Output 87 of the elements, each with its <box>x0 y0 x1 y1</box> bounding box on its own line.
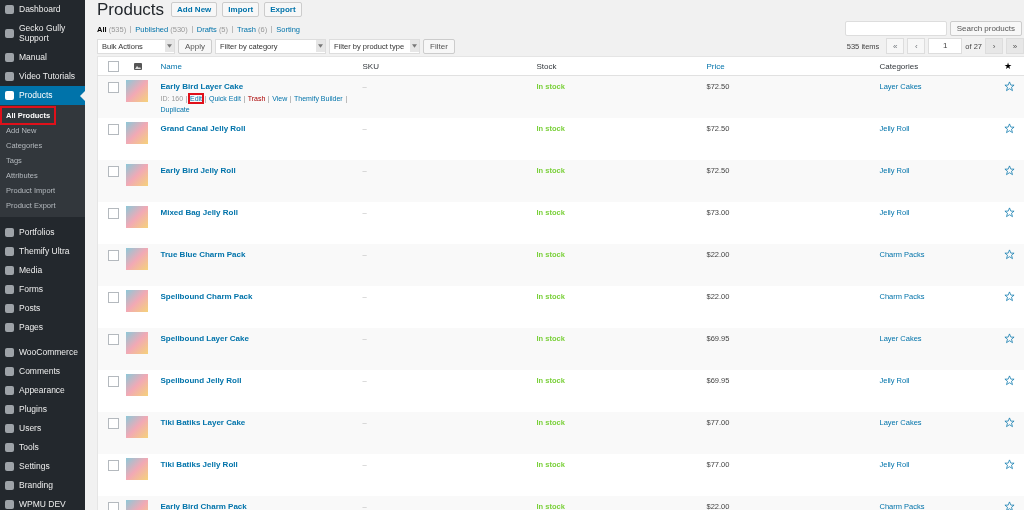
photo-placeholder <box>125 458 148 480</box>
row-checkbox[interactable] <box>108 208 119 219</box>
sidebar-item[interactable]: Users <box>0 419 85 438</box>
row-checkbox[interactable] <box>108 334 119 345</box>
sidebar-item[interactable]: Products <box>0 86 85 105</box>
product-name-link[interactable]: Mixed Bag Jelly Roll <box>160 208 357 217</box>
image-icon <box>133 62 142 70</box>
product-name-link[interactable]: Early Bird Layer Cake <box>160 82 357 91</box>
photo-placeholder <box>125 332 148 354</box>
star-icon[interactable] <box>1003 459 1015 470</box>
row-checkbox[interactable] <box>108 502 119 510</box>
photo-placeholder <box>125 290 148 312</box>
select-all-checkbox[interactable] <box>108 60 119 72</box>
product-name-link[interactable]: True Blue Charm Pack <box>160 250 357 259</box>
last-page-button[interactable]: » <box>1006 38 1024 54</box>
photo-placeholder <box>125 122 148 144</box>
photo-placeholder <box>125 206 148 228</box>
page-action-button[interactable]: Add New <box>171 2 218 17</box>
sidebar-item[interactable]: Plugins <box>0 400 85 419</box>
caret-icon <box>318 44 323 48</box>
row-checkbox[interactable] <box>108 418 119 429</box>
menu-icon <box>5 28 14 38</box>
featured-header: ★ <box>992 56 1024 76</box>
sidebar-item[interactable]: Media <box>0 261 85 280</box>
page-input[interactable]: 1 <box>928 38 963 54</box>
sidebar-item[interactable]: Forms <box>0 280 85 299</box>
search-button[interactable]: Search products <box>949 21 1022 36</box>
page-action-button[interactable]: Export <box>264 2 302 17</box>
search-field[interactable] <box>844 21 947 36</box>
sidebar-item[interactable]: Settings <box>0 457 85 476</box>
sidebar-item[interactable]: Appearance <box>0 381 85 400</box>
sidebar-item[interactable]: Portfolios <box>0 223 85 242</box>
row-checkbox[interactable] <box>108 376 119 387</box>
caret-icon <box>412 44 417 48</box>
sidebar-item[interactable]: Dashboard <box>0 0 85 19</box>
column-header[interactable]: Price <box>703 56 877 76</box>
star-icon[interactable] <box>1003 207 1015 218</box>
product-name-link[interactable]: Spellbound Jelly Roll <box>160 376 357 385</box>
star-icon[interactable] <box>1003 333 1015 344</box>
photo-placeholder <box>125 416 148 438</box>
product-name-link[interactable]: Tiki Batiks Jelly Roll <box>160 460 357 469</box>
photo-placeholder <box>125 164 148 186</box>
menu-icon <box>5 4 14 14</box>
next-page-button[interactable]: › <box>985 38 1003 54</box>
sidebar-item[interactable]: Manual <box>0 48 85 67</box>
product-name-link[interactable]: Spellbound Layer Cake <box>160 334 357 343</box>
star-icon[interactable] <box>1003 123 1015 134</box>
row-checkbox[interactable] <box>108 124 119 135</box>
column-header: SKU <box>359 56 534 76</box>
product-name-link[interactable]: Spellbound Charm Pack <box>160 292 357 301</box>
photo-placeholder <box>125 248 148 270</box>
sidebar-item[interactable]: Video Tutorials <box>0 67 85 86</box>
sidebar-item[interactable]: Pages <box>0 318 85 337</box>
star-icon[interactable] <box>1003 81 1015 92</box>
apply-button[interactable]: Apply <box>178 38 212 54</box>
caret-icon <box>167 44 172 48</box>
star-icon[interactable] <box>1003 291 1015 302</box>
sidebar-item[interactable]: WPMU DEV <box>0 495 85 510</box>
column-header[interactable]: Name <box>157 56 360 76</box>
star-icon[interactable] <box>1003 165 1015 176</box>
photo-placeholder <box>125 80 148 102</box>
row-checkbox[interactable] <box>108 82 119 93</box>
row-checkbox[interactable] <box>108 250 119 261</box>
row-checkbox[interactable] <box>108 292 119 303</box>
sidebar-item[interactable]: Posts <box>0 299 85 318</box>
filter-button[interactable]: Filter <box>423 38 455 54</box>
sidebar-item[interactable]: Themify Ultra <box>0 242 85 261</box>
star-icon[interactable] <box>1003 375 1015 386</box>
sidebar-item[interactable]: Gecko Gully Support <box>0 19 85 48</box>
product-name-link[interactable]: Tiki Batiks Layer Cake <box>160 418 357 427</box>
page-title: Products <box>97 0 165 20</box>
sidebar-item[interactable]: Branding <box>0 476 85 495</box>
product-name-link[interactable]: Early Bird Jelly Roll <box>160 166 357 175</box>
column-header: Stock <box>533 56 704 76</box>
star-icon[interactable] <box>1003 501 1015 510</box>
sidebar-item[interactable]: Tools <box>0 438 85 457</box>
page-action-button[interactable]: Import <box>222 2 260 17</box>
row-checkbox[interactable] <box>108 460 119 471</box>
product-name-link[interactable]: Early Bird Charm Pack <box>160 502 357 510</box>
photo-placeholder <box>125 374 148 396</box>
product-name-link[interactable]: Grand Canal Jelly Roll <box>160 124 357 133</box>
sidebar-item[interactable]: WooCommerce <box>0 343 85 362</box>
sidebar-item[interactable]: Comments <box>0 362 85 381</box>
row-checkbox[interactable] <box>108 166 119 177</box>
star-icon[interactable] <box>1003 417 1015 428</box>
star-icon[interactable] <box>1003 249 1015 260</box>
column-header: Categories <box>876 56 993 76</box>
